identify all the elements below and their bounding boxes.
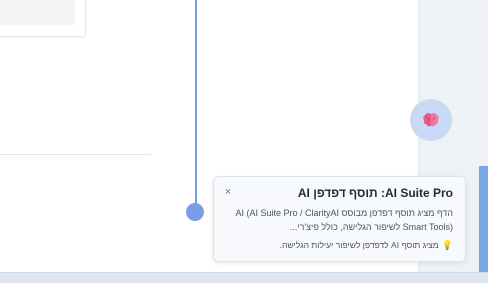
popup-note-text: מציג תוסף AI לדפדפן לשיפור יעילות הגלישה… — [279, 240, 439, 250]
brain-icon — [423, 113, 439, 127]
content-divider — [0, 154, 151, 155]
popup-description: הדף מציג תוסף דפדפן מבוסס AI (AI Suite P… — [235, 208, 453, 232]
content-card-placeholder — [0, 0, 75, 25]
bottom-bar — [0, 272, 488, 283]
assistant-button[interactable] — [410, 99, 452, 141]
extension-popup: AI Suite Pro: תוסף דפדפן AI הדף מציג תוס… — [213, 176, 466, 262]
timeline-line — [195, 0, 197, 210]
popup-note: 💡 מציג תוסף AI לדפדפן לשיפור יעילות הגלי… — [226, 239, 453, 251]
close-button[interactable]: × — [222, 186, 234, 198]
content-card — [0, 0, 86, 37]
popup-title: AI Suite Pro: תוסף דפדפן AI — [297, 186, 453, 200]
timeline-dot — [186, 203, 204, 221]
scrollbar-thumb[interactable] — [479, 166, 488, 272]
lightbulb-icon: 💡 — [441, 240, 453, 250]
